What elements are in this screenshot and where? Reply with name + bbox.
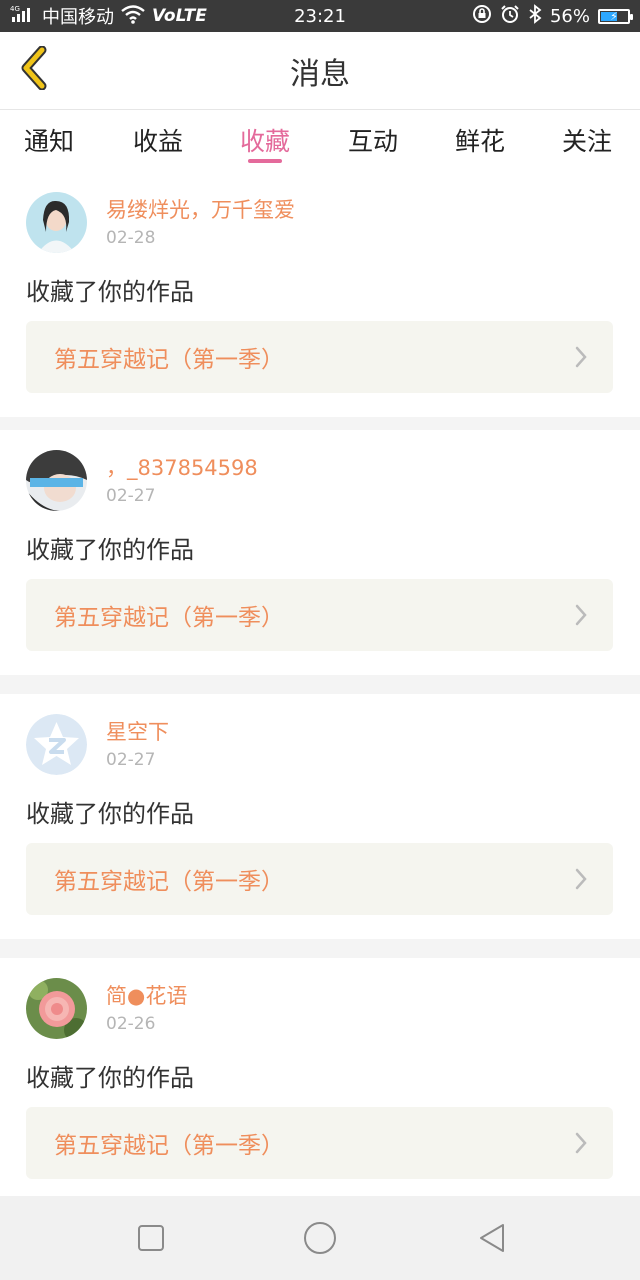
action-text: 收藏了你的作品 — [26, 278, 194, 306]
user-name[interactable]: 星空下 — [106, 716, 169, 746]
battery-percent: 56% — [549, 5, 590, 27]
tab-favorites[interactable]: 收藏 — [240, 110, 290, 172]
active-tab-indicator — [248, 159, 282, 163]
default-avatar-icon[interactable] — [26, 714, 87, 775]
tab-notifications[interactable]: 通知 — [24, 110, 74, 172]
work-link[interactable]: 第五穿越记（第一季） — [26, 321, 613, 393]
tab-interactions[interactable]: 互动 — [348, 110, 398, 172]
alarm-icon — [500, 4, 520, 29]
avatar[interactable] — [26, 192, 87, 253]
clock: 23:21 — [294, 5, 346, 27]
tab-bar: 通知 收益 收藏 互动 鲜花 关注 — [0, 110, 640, 172]
post-date: 02-26 — [106, 1014, 156, 1034]
tab-label: 鲜花 — [455, 127, 506, 156]
charging-icon: ⚡ — [610, 9, 618, 23]
action-text: 收藏了你的作品 — [26, 536, 194, 564]
post-date: 02-27 — [106, 750, 156, 770]
tab-label: 收藏 — [240, 127, 291, 156]
tab-flowers[interactable]: 鲜花 — [455, 110, 505, 172]
work-link[interactable]: 第五穿越记（第一季） — [26, 1107, 613, 1179]
avatar[interactable] — [26, 450, 87, 511]
back-icon[interactable] — [468, 1214, 516, 1262]
favorite-notification-card: 简●花语 02-26 收藏了你的作品 第五穿越记（第一季） — [0, 958, 640, 1203]
work-link[interactable]: 第五穿越记（第一季） — [26, 579, 613, 651]
action-text: 收藏了你的作品 — [26, 1064, 194, 1092]
user-name[interactable]: 简●花语 — [106, 980, 187, 1010]
tab-label: 通知 — [24, 127, 75, 156]
work-title: 第五穿越记（第一季） — [54, 605, 284, 631]
chevron-right-icon — [573, 867, 589, 891]
user-name[interactable]: ，_837854598 — [106, 452, 258, 482]
status-right: 56% ⚡ — [472, 0, 633, 32]
home-icon[interactable] — [296, 1214, 344, 1262]
tab-earnings[interactable]: 收益 — [133, 110, 183, 172]
battery-icon: ⚡ — [598, 8, 633, 24]
system-nav-bar — [0, 1196, 640, 1280]
post-date: 02-27 — [106, 486, 156, 506]
action-text: 收藏了你的作品 — [26, 800, 194, 828]
post-date: 02-28 — [106, 228, 156, 248]
tab-label: 收益 — [133, 127, 184, 156]
work-title: 第五穿越记（第一季） — [54, 1133, 284, 1159]
favorite-notification-card: 易缕烊光，万千玺爱 02-28 收藏了你的作品 第五穿越记（第一季） — [0, 172, 640, 417]
chevron-right-icon — [573, 345, 589, 369]
chevron-right-icon — [573, 1131, 589, 1155]
work-title: 第五穿越记（第一季） — [54, 347, 284, 373]
avatar[interactable] — [26, 978, 87, 1039]
favorite-notification-card: 星空下 02-27 收藏了你的作品 第五穿越记（第一季） — [0, 694, 640, 939]
bluetooth-icon — [528, 3, 542, 29]
recent-apps-icon[interactable] — [127, 1214, 175, 1262]
status-bar: 4G 中国移动 VoLTE 23:21 56% ⚡ — [0, 0, 640, 32]
chevron-right-icon — [573, 603, 589, 627]
tab-label: 互动 — [348, 127, 399, 156]
rotation-lock-icon — [472, 4, 492, 29]
app-header: 消息 — [0, 32, 640, 110]
user-name[interactable]: 易缕烊光，万千玺爱 — [106, 194, 295, 224]
favorite-notification-card: ，_837854598 02-27 收藏了你的作品 第五穿越记（第一季） — [0, 430, 640, 675]
tab-label: 关注 — [562, 127, 613, 156]
page-title: 消息 — [290, 56, 350, 92]
tab-following[interactable]: 关注 — [562, 110, 612, 172]
work-title: 第五穿越记（第一季） — [54, 869, 284, 895]
work-link[interactable]: 第五穿越记（第一季） — [26, 843, 613, 915]
